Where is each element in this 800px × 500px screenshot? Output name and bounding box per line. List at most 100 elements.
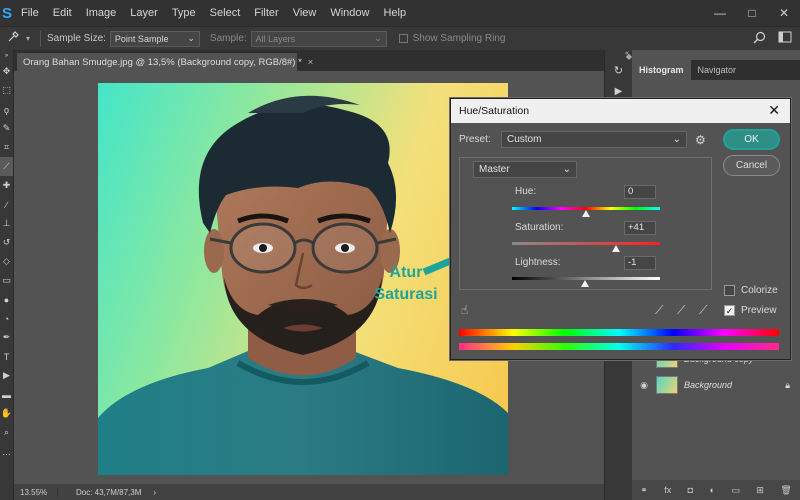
tool-preset-chevron-icon[interactable]: ▾	[26, 34, 34, 43]
eyedropper-tool-active-icon[interactable]: ⟋	[0, 157, 13, 176]
tab-histogram[interactable]: Histogram	[632, 60, 691, 80]
type-tool-icon[interactable]: T	[0, 347, 13, 366]
sample-label: Sample:	[209, 33, 247, 44]
quick-select-tool-icon[interactable]: ✎	[0, 119, 13, 138]
hue-label: Hue:	[515, 186, 537, 197]
colorize-label: Colorize	[741, 285, 778, 296]
lightness-value-field[interactable]: -1	[624, 256, 656, 270]
menu-bar: S File Edit Image Layer Type Select Filt…	[0, 0, 800, 26]
hue-value-field[interactable]: 0	[624, 185, 656, 199]
stamp-tool-icon[interactable]: ⊥	[0, 214, 13, 233]
sample-size-value: Point Sample	[114, 33, 169, 44]
add-to-sample-eyedropper-icon[interactable]: ⟋	[677, 303, 685, 318]
lightness-slider-thumb[interactable]	[581, 280, 590, 287]
saturation-label: Saturation:	[515, 222, 564, 233]
close-window-button[interactable]: ✕	[768, 0, 800, 26]
restore-button[interactable]: □	[736, 0, 768, 26]
eraser-tool-icon[interactable]: ◇	[0, 252, 13, 271]
path-select-tool-icon[interactable]: ▶	[0, 366, 13, 385]
preview-checkbox[interactable]: ✓	[724, 305, 735, 316]
doc-info: Doc: 43,7M/87,3M	[76, 487, 142, 497]
new-layer-icon[interactable]: ⊞	[756, 485, 764, 496]
collapse-icon[interactable]: »	[0, 50, 13, 62]
layer-row[interactable]: ◉ Background 🔒︎	[632, 374, 800, 396]
dialog-title: Hue/Saturation	[459, 105, 530, 117]
ok-button[interactable]: OK	[723, 129, 780, 150]
brush-tool-icon[interactable]: ∕	[0, 195, 13, 214]
hue-slider-thumb[interactable]	[582, 210, 590, 217]
menu-help[interactable]: Help	[376, 0, 413, 26]
crop-tool-icon[interactable]: ⌗	[0, 138, 13, 157]
marquee-tool-icon[interactable]: ⬚	[0, 81, 13, 100]
annotation-line-2: Saturasi	[374, 286, 438, 303]
menu-window[interactable]: Window	[323, 0, 376, 26]
preset-select[interactable]: Custom ⌄	[501, 131, 687, 148]
eyedropper-icon[interactable]: ⟋	[655, 303, 663, 318]
menu-image[interactable]: Image	[79, 0, 124, 26]
zoom-level[interactable]: 13.55%	[14, 487, 58, 497]
workspace-icon[interactable]	[778, 31, 792, 47]
search-icon[interactable]	[753, 31, 766, 47]
group-layers-icon[interactable]: ▭	[731, 485, 740, 496]
menu-view[interactable]: View	[286, 0, 324, 26]
shape-tool-icon[interactable]: ▬	[0, 385, 13, 404]
history-brush-icon[interactable]: ↺	[0, 233, 13, 252]
menu-edit[interactable]: Edit	[46, 0, 79, 26]
document-tab[interactable]: Orang Bahan Smudge.jpg @ 13,5% (Backgrou…	[16, 52, 313, 71]
menu-select[interactable]: Select	[203, 0, 248, 26]
blur-tool-icon[interactable]: ●	[0, 290, 13, 309]
menu-filter[interactable]: Filter	[247, 0, 285, 26]
gear-icon[interactable]: ⚙	[695, 133, 706, 147]
minimize-button[interactable]: —	[704, 0, 736, 26]
zoom-tool-icon[interactable]: ⌕	[0, 423, 13, 442]
adjustment-layer-icon[interactable]: ◐	[710, 485, 715, 495]
sample-size-select[interactable]: Point Sample ⌄	[109, 30, 200, 47]
visibility-eye-icon[interactable]: ◉	[632, 380, 656, 391]
tools-panel: » ✥ ⬚ ϙ ✎ ⌗ ⟋ ✚ ∕ ⊥ ↺ ◇ ▭ ● ◔ ✒ T ▶ ▬ ✋ …	[0, 50, 14, 500]
move-tool-icon[interactable]: ✥	[0, 62, 13, 81]
lasso-tool-icon[interactable]: ϙ	[0, 100, 13, 119]
saturation-slider-track[interactable]	[512, 242, 660, 245]
subtract-from-sample-eyedropper-icon[interactable]: ⟋	[699, 303, 707, 318]
more-tools-icon[interactable]: …	[0, 442, 13, 461]
preset-label: Preset:	[459, 134, 491, 145]
saturation-slider-thumb[interactable]	[612, 245, 621, 252]
layer-thumbnail	[656, 376, 678, 394]
menu-layer[interactable]: Layer	[123, 0, 165, 26]
history-panel-icon[interactable]: ↻	[605, 64, 632, 86]
pen-tool-icon[interactable]: ✒	[0, 328, 13, 347]
menu-type[interactable]: Type	[165, 0, 203, 26]
channel-value: Master	[479, 164, 510, 175]
dialog-titlebar: Hue/Saturation ✕	[451, 99, 790, 123]
add-mask-icon[interactable]: ◘	[688, 485, 693, 495]
panel-diamond-icon: ◆	[625, 52, 632, 61]
gradient-tool-icon[interactable]: ▭	[0, 271, 13, 290]
fx-icon[interactable]: fx	[664, 485, 671, 495]
dodge-tool-icon[interactable]: ◔	[0, 309, 13, 328]
layer-name: Background	[684, 380, 733, 390]
result-color-bar	[459, 343, 779, 350]
cancel-button[interactable]: Cancel	[723, 155, 780, 176]
show-sampling-ring-checkbox[interactable]	[398, 34, 408, 43]
photoshop-logo: S	[1, 4, 12, 22]
delete-layer-icon[interactable]: 🗑︎	[780, 485, 791, 496]
sample-select[interactable]: All Layers ⌄	[250, 30, 387, 47]
hand-tool-icon[interactable]: ✋	[0, 404, 13, 423]
eyedropper-tool-icon[interactable]	[0, 31, 26, 46]
source-color-bar	[459, 329, 779, 336]
channel-select[interactable]: Master ⌄	[473, 161, 577, 178]
saturation-value-field[interactable]: +41	[624, 221, 656, 235]
lightness-label: Lightness:	[515, 257, 561, 268]
close-tab-icon[interactable]: ×	[308, 57, 314, 68]
healing-tool-icon[interactable]: ✚	[0, 176, 13, 195]
status-arrow-icon[interactable]: ›	[153, 488, 156, 497]
tab-navigator[interactable]: Navigator	[691, 60, 744, 80]
targeted-adjustment-hand-icon[interactable]: ☝	[461, 303, 468, 317]
document-title: Orang Bahan Smudge.jpg @ 13,5% (Backgrou…	[23, 56, 302, 68]
chevron-down-icon: ⌄	[374, 33, 382, 43]
close-icon[interactable]: ✕	[768, 102, 780, 119]
link-layers-icon[interactable]: ⚭	[640, 485, 648, 496]
options-bar: ▾ Sample Size: Point Sample ⌄ Sample: Al…	[0, 26, 800, 50]
menu-file[interactable]: File	[14, 0, 46, 26]
colorize-checkbox[interactable]	[724, 285, 735, 296]
